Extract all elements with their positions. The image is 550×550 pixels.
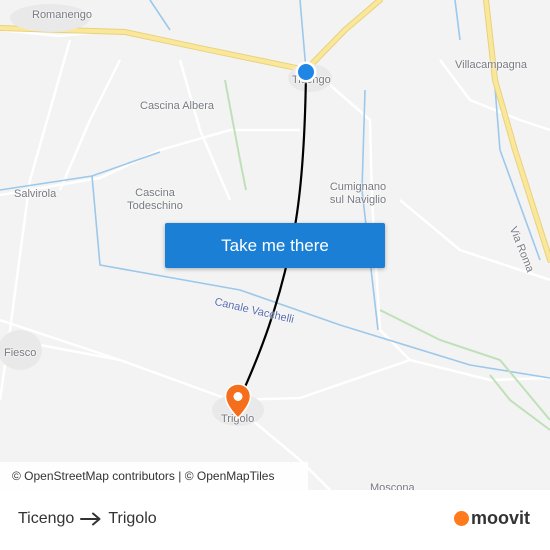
map-attribution[interactable]: © OpenStreetMap contributors | © OpenMap… (0, 462, 308, 490)
map-view[interactable]: Romanengo Ticengo Villacampagna Cascina … (0, 0, 550, 490)
destination-pin-icon[interactable] (224, 383, 252, 419)
place-label-villacampagna: Villacampagna (455, 59, 527, 71)
moovit-logo-icon (453, 511, 469, 526)
destination-name: Trigolo (108, 510, 157, 527)
origin-marker-icon[interactable] (294, 60, 318, 84)
origin-name: Ticengo (18, 510, 75, 527)
place-label-romanengo: Romanengo (32, 9, 92, 21)
place-label-cascina-todeschino: Cascina Todeschino (127, 187, 183, 212)
place-label-moscona: Moscona (370, 482, 415, 490)
place-label-cascina-albera: Cascina Albera (140, 100, 214, 112)
place-label-salvirola: Salvirola (14, 188, 57, 200)
moovit-wordmark: moovit (470, 508, 530, 528)
route-summary: Ticengo Trigolo (18, 510, 157, 528)
arrow-right-icon (80, 512, 102, 526)
place-label-fiesco: Fiesco (4, 347, 37, 359)
moovit-logo: moovit (453, 508, 530, 529)
place-label-cumignano: Cumignano sul Naviglio (329, 181, 387, 206)
take-me-there-button[interactable]: Take me there (165, 223, 385, 268)
